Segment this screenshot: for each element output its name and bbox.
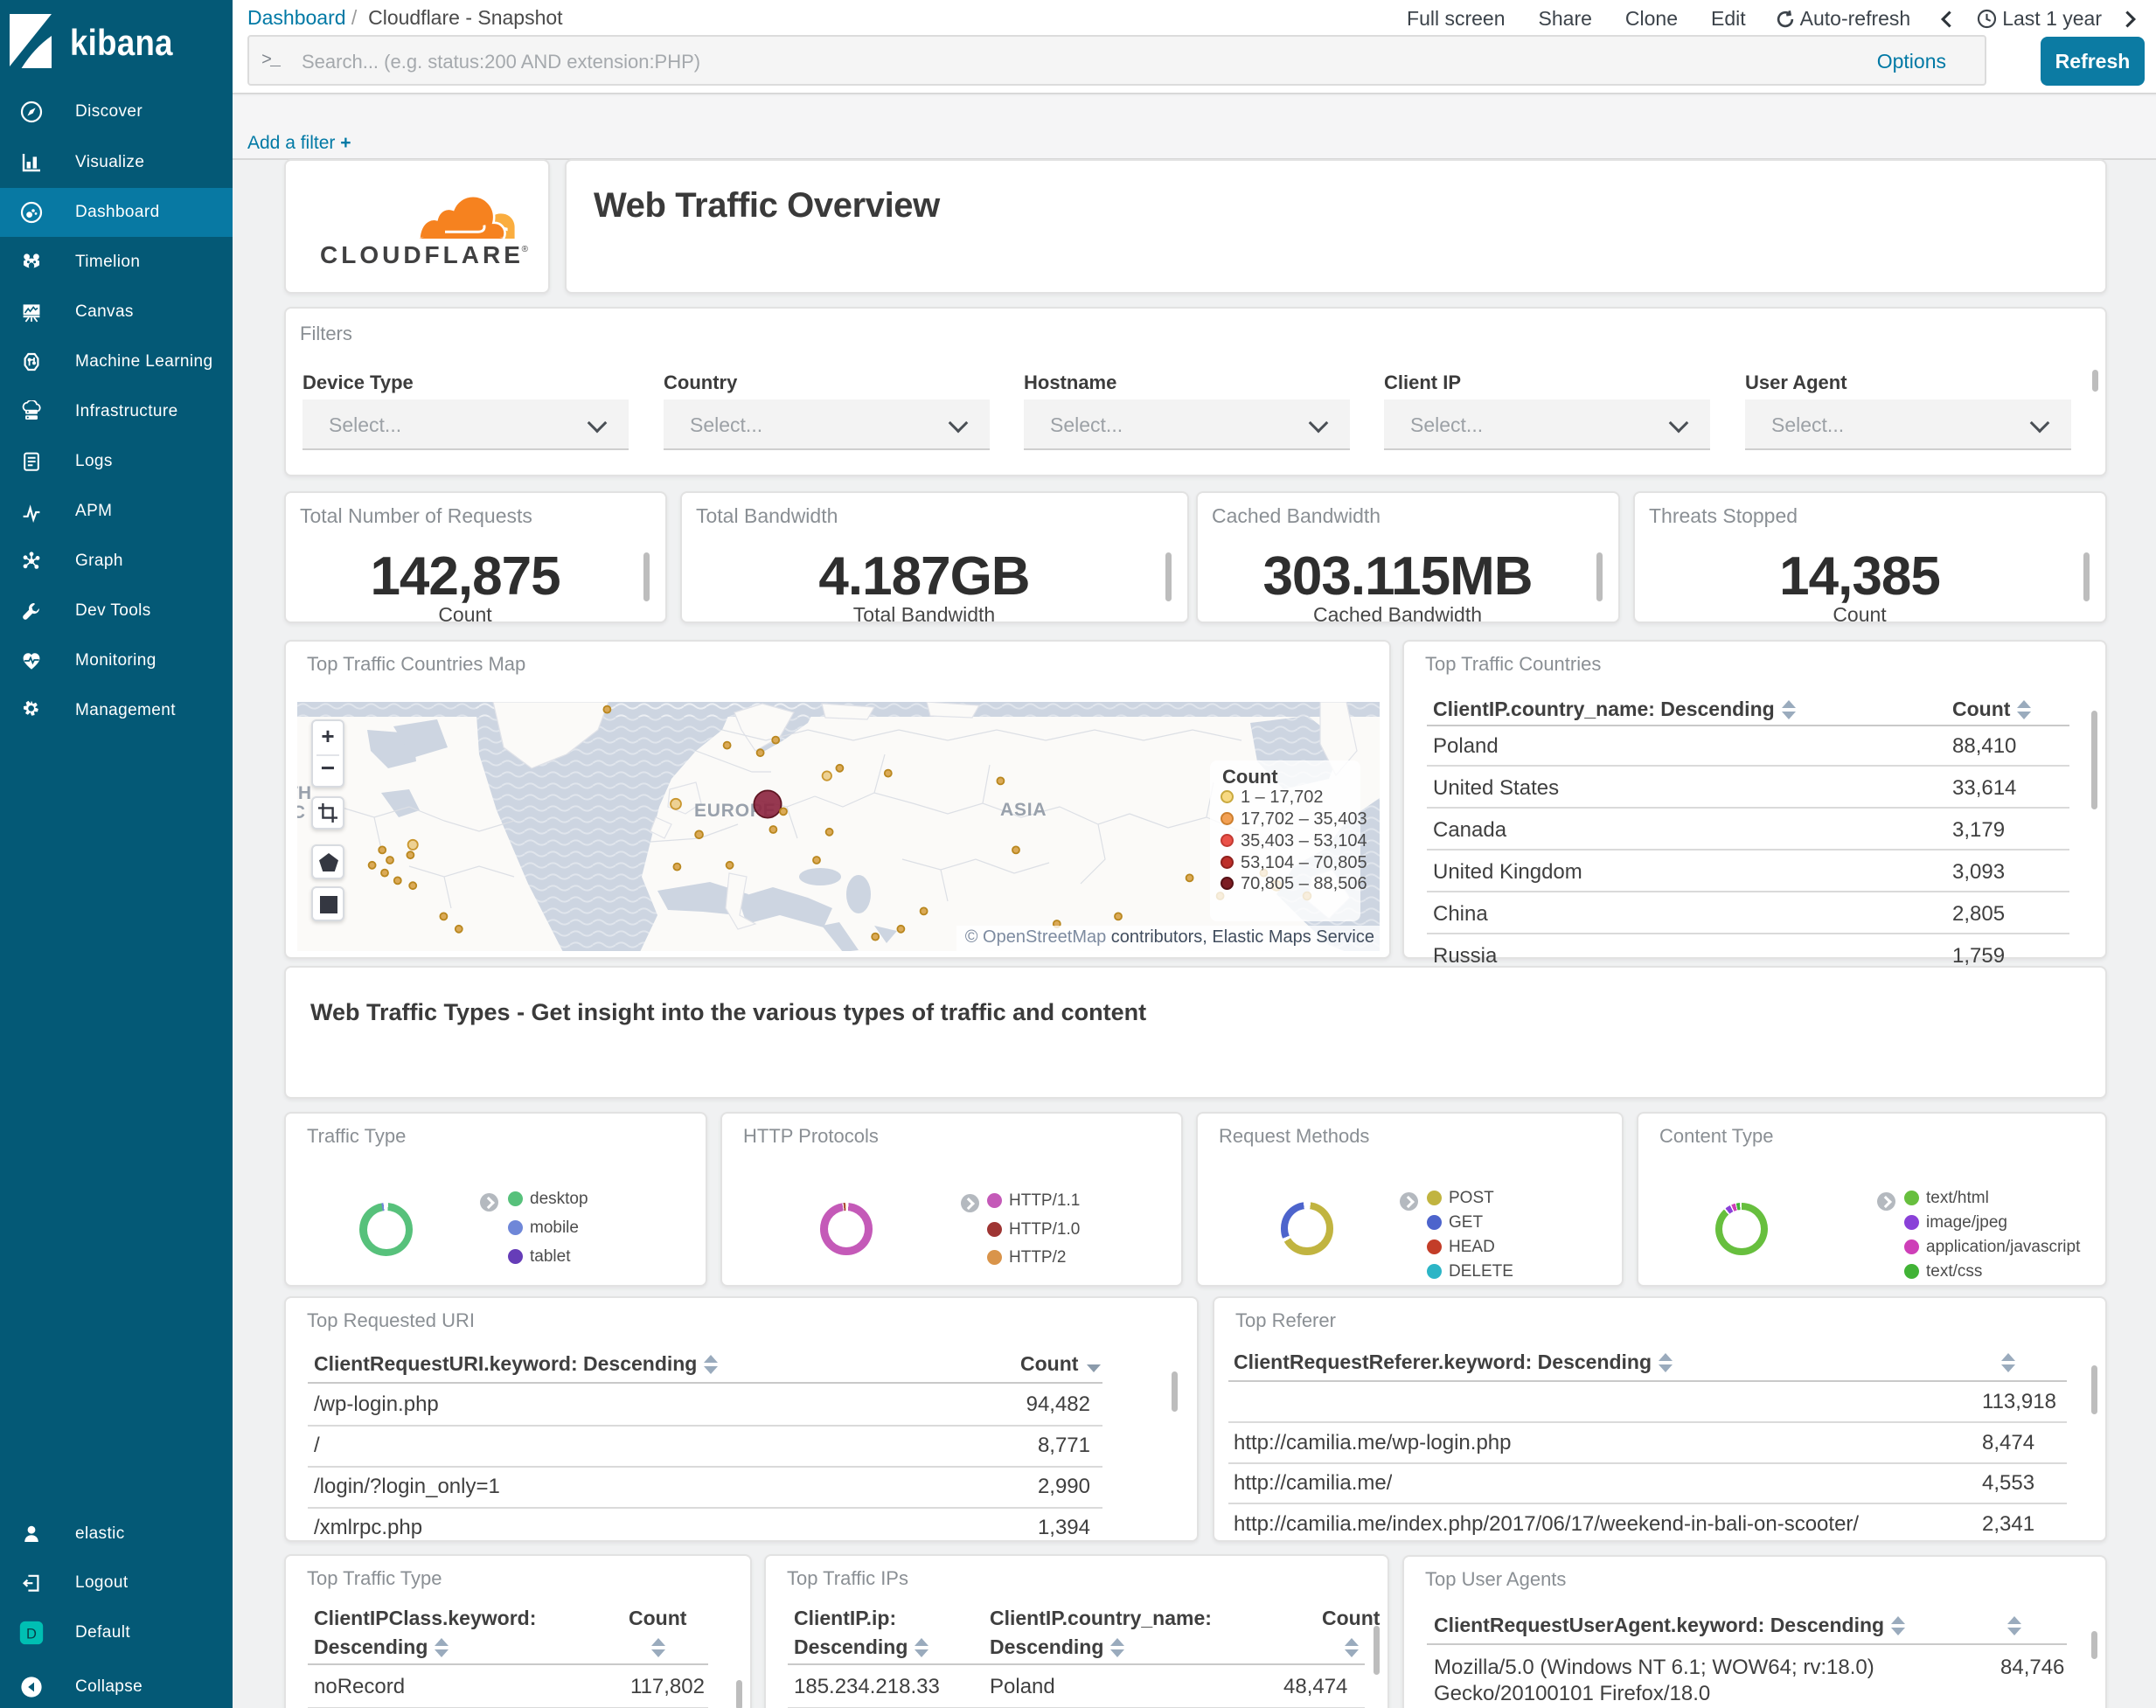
svg-text:CLOUDFLARE: CLOUDFLARE bbox=[320, 241, 524, 268]
svg-text:D: D bbox=[26, 1626, 37, 1642]
svg-text:®: ® bbox=[522, 245, 529, 254]
